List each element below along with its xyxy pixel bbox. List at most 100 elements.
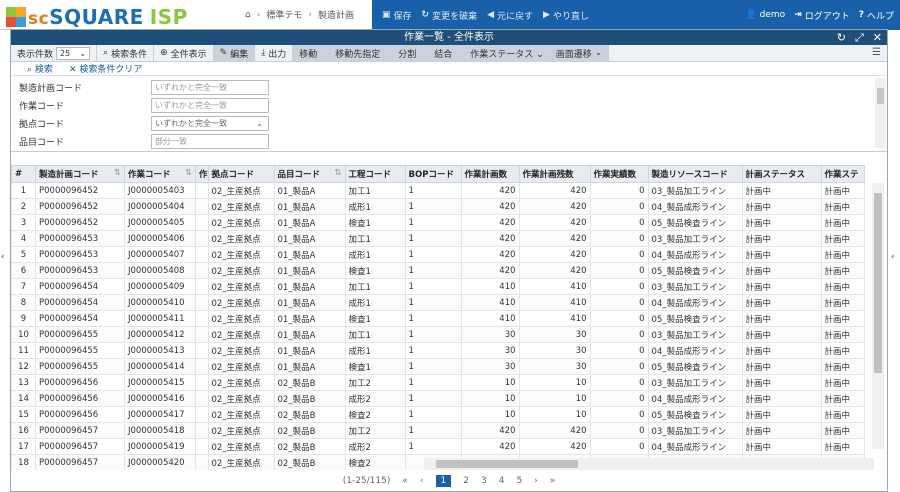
table-cell[interactable]: 加工1 xyxy=(344,182,406,199)
table-cell[interactable] xyxy=(195,358,209,375)
table-cell[interactable]: 10 xyxy=(460,390,520,407)
item-code-input[interactable]: 部分一致 xyxy=(151,134,269,149)
output-button[interactable]: ⤓ 出力 xyxy=(255,44,294,62)
table-cell[interactable]: 02_生産拠点 xyxy=(207,246,275,263)
table-cell[interactable]: 30 xyxy=(518,326,591,343)
table-cell[interactable]: P0000096452 xyxy=(35,214,125,231)
table-cell[interactable]: 02_生産拠点 xyxy=(207,278,275,295)
table-cell[interactable]: 410 xyxy=(460,294,520,311)
table-cell[interactable]: 計画中 xyxy=(741,438,822,455)
table-cell[interactable]: 0 xyxy=(589,246,649,263)
page-button[interactable]: 1 xyxy=(435,475,452,487)
table-cell[interactable]: 30 xyxy=(518,342,591,359)
search-condition-button[interactable]: ⌕ 検索条件 xyxy=(97,44,155,62)
table-cell[interactable]: 7 xyxy=(11,278,36,295)
table-cell[interactable]: 02_製品B xyxy=(273,390,346,407)
table-cell[interactable]: 02_生産拠点 xyxy=(207,374,275,391)
table-row[interactable]: 5 P0000096453 J0000005407 02_生産拠点 01_製品A 成形1 1… xyxy=(11,246,865,263)
table-cell[interactable]: J0000005406 xyxy=(124,230,196,247)
prev-page-button[interactable]: ‹ xyxy=(420,476,424,486)
right-panel-toggle-icon[interactable]: ‹ xyxy=(891,252,895,262)
table-cell[interactable]: 10 xyxy=(11,326,36,343)
table-cell[interactable]: P0000096454 xyxy=(35,310,125,327)
table-cell[interactable]: 04_製品成形ライン xyxy=(647,438,743,455)
table-cell[interactable] xyxy=(195,246,209,263)
table-cell[interactable]: 420 xyxy=(518,230,591,247)
table-cell[interactable]: 0 xyxy=(589,182,649,199)
table-cell[interactable]: J0000005407 xyxy=(124,246,196,263)
table-cell[interactable]: 計画中 xyxy=(820,438,865,455)
table-cell[interactable]: 04_製品成形ライン xyxy=(647,246,743,263)
table-cell[interactable]: 14 xyxy=(11,390,36,407)
table-cell[interactable]: P0000096456 xyxy=(35,374,125,391)
table-cell[interactable]: 成形2 xyxy=(344,438,406,455)
table-cell[interactable]: J0000005413 xyxy=(124,342,196,359)
table-cell[interactable]: 410 xyxy=(518,278,591,295)
column-header[interactable]: # xyxy=(11,165,36,183)
table-cell[interactable]: 0 xyxy=(589,422,649,439)
table-cell[interactable]: 30 xyxy=(460,326,520,343)
table-cell[interactable] xyxy=(195,422,209,439)
table-cell[interactable]: 02_生産拠点 xyxy=(207,422,275,439)
table-cell[interactable]: P0000096455 xyxy=(35,342,125,359)
table-cell[interactable]: 02_生産拠点 xyxy=(207,214,275,231)
table-cell[interactable]: 420 xyxy=(460,422,520,439)
table-cell[interactable]: 420 xyxy=(518,246,591,263)
table-row[interactable]: 12 P0000096455 J0000005414 02_生産拠点 01_製品A 検査1… xyxy=(11,358,865,375)
work-status-dropdown[interactable]: 作業ステータス ⌄ xyxy=(470,47,543,60)
table-cell[interactable]: 410 xyxy=(518,294,591,311)
table-cell[interactable]: 0 xyxy=(589,230,649,247)
table-cell[interactable]: 02_生産拠点 xyxy=(207,454,275,470)
table-cell[interactable]: P0000096454 xyxy=(35,278,125,295)
table-cell[interactable]: 420 xyxy=(460,262,520,279)
page-button[interactable]: 2 xyxy=(463,476,469,486)
table-cell[interactable]: 03_製品加工ライン xyxy=(647,230,743,247)
help-button[interactable]: ? ヘルプ xyxy=(859,9,894,22)
last-page-button[interactable]: » xyxy=(550,476,556,486)
table-cell[interactable]: 1 xyxy=(404,246,462,263)
table-cell[interactable]: J0000005405 xyxy=(124,214,196,231)
table-cell[interactable]: 計画中 xyxy=(741,422,822,439)
user-menu[interactable]: 👤 demo xyxy=(745,10,785,20)
home-icon[interactable]: ⌂ xyxy=(245,10,251,20)
table-cell[interactable]: 01_製品A xyxy=(273,230,346,247)
table-cell[interactable]: 420 xyxy=(518,182,591,199)
table-cell[interactable]: 10 xyxy=(518,374,591,391)
table-cell[interactable]: 02_生産拠点 xyxy=(207,230,275,247)
table-cell[interactable]: 420 xyxy=(460,182,520,199)
work-code-input[interactable]: いずれかと完全一致 xyxy=(151,98,269,113)
table-cell[interactable]: 420 xyxy=(460,230,520,247)
table-cell[interactable]: 01_製品A xyxy=(273,198,346,215)
table-cell[interactable]: 410 xyxy=(460,310,520,327)
table-cell[interactable]: 420 xyxy=(518,422,591,439)
column-header[interactable]: 計画ステータス xyxy=(741,165,822,183)
table-cell[interactable]: 1 xyxy=(404,310,462,327)
grid-vertical-scrollbar[interactable] xyxy=(872,183,884,449)
show-all-button[interactable]: ⊕ 全件表示 xyxy=(154,44,214,62)
table-cell[interactable]: J0000005408 xyxy=(124,262,196,279)
table-row[interactable]: 6 P0000096453 J0000005408 02_生産拠点 01_製品A 検査1 1… xyxy=(11,262,865,279)
column-header[interactable]: 品目コード ⇅ xyxy=(273,165,346,183)
table-cell[interactable]: J0000005419 xyxy=(124,438,196,455)
table-cell[interactable]: 計画中 xyxy=(820,358,865,375)
table-cell[interactable]: J0000005410 xyxy=(124,294,196,311)
move-button[interactable]: 移動 xyxy=(299,47,317,60)
table-row[interactable]: 8 P0000096454 J0000005410 02_生産拠点 01_製品A 成形1 1… xyxy=(11,294,865,311)
table-cell[interactable]: 02_生産拠点 xyxy=(207,342,275,359)
table-cell[interactable]: 2 xyxy=(11,198,36,215)
discard-button[interactable]: ↻ 変更を破棄 xyxy=(422,9,478,22)
page-button[interactable]: 4 xyxy=(499,476,505,486)
table-cell[interactable]: 15 xyxy=(11,406,36,423)
table-cell[interactable]: 検査1 xyxy=(344,262,406,279)
production-plan-code-input[interactable]: いずれかと完全一致 xyxy=(151,80,269,95)
table-cell[interactable]: 05_製品検査ライン xyxy=(647,358,743,375)
table-cell[interactable]: 0 xyxy=(589,262,649,279)
table-cell[interactable]: 計画中 xyxy=(741,294,822,311)
table-cell[interactable] xyxy=(195,342,209,359)
table-cell[interactable]: 18 xyxy=(11,454,36,470)
table-cell[interactable]: P0000096455 xyxy=(35,358,125,375)
table-cell[interactable]: 計画中 xyxy=(741,390,822,407)
table-cell[interactable]: 30 xyxy=(460,342,520,359)
table-cell[interactable]: 10 xyxy=(518,390,591,407)
table-cell[interactable]: 420 xyxy=(518,214,591,231)
